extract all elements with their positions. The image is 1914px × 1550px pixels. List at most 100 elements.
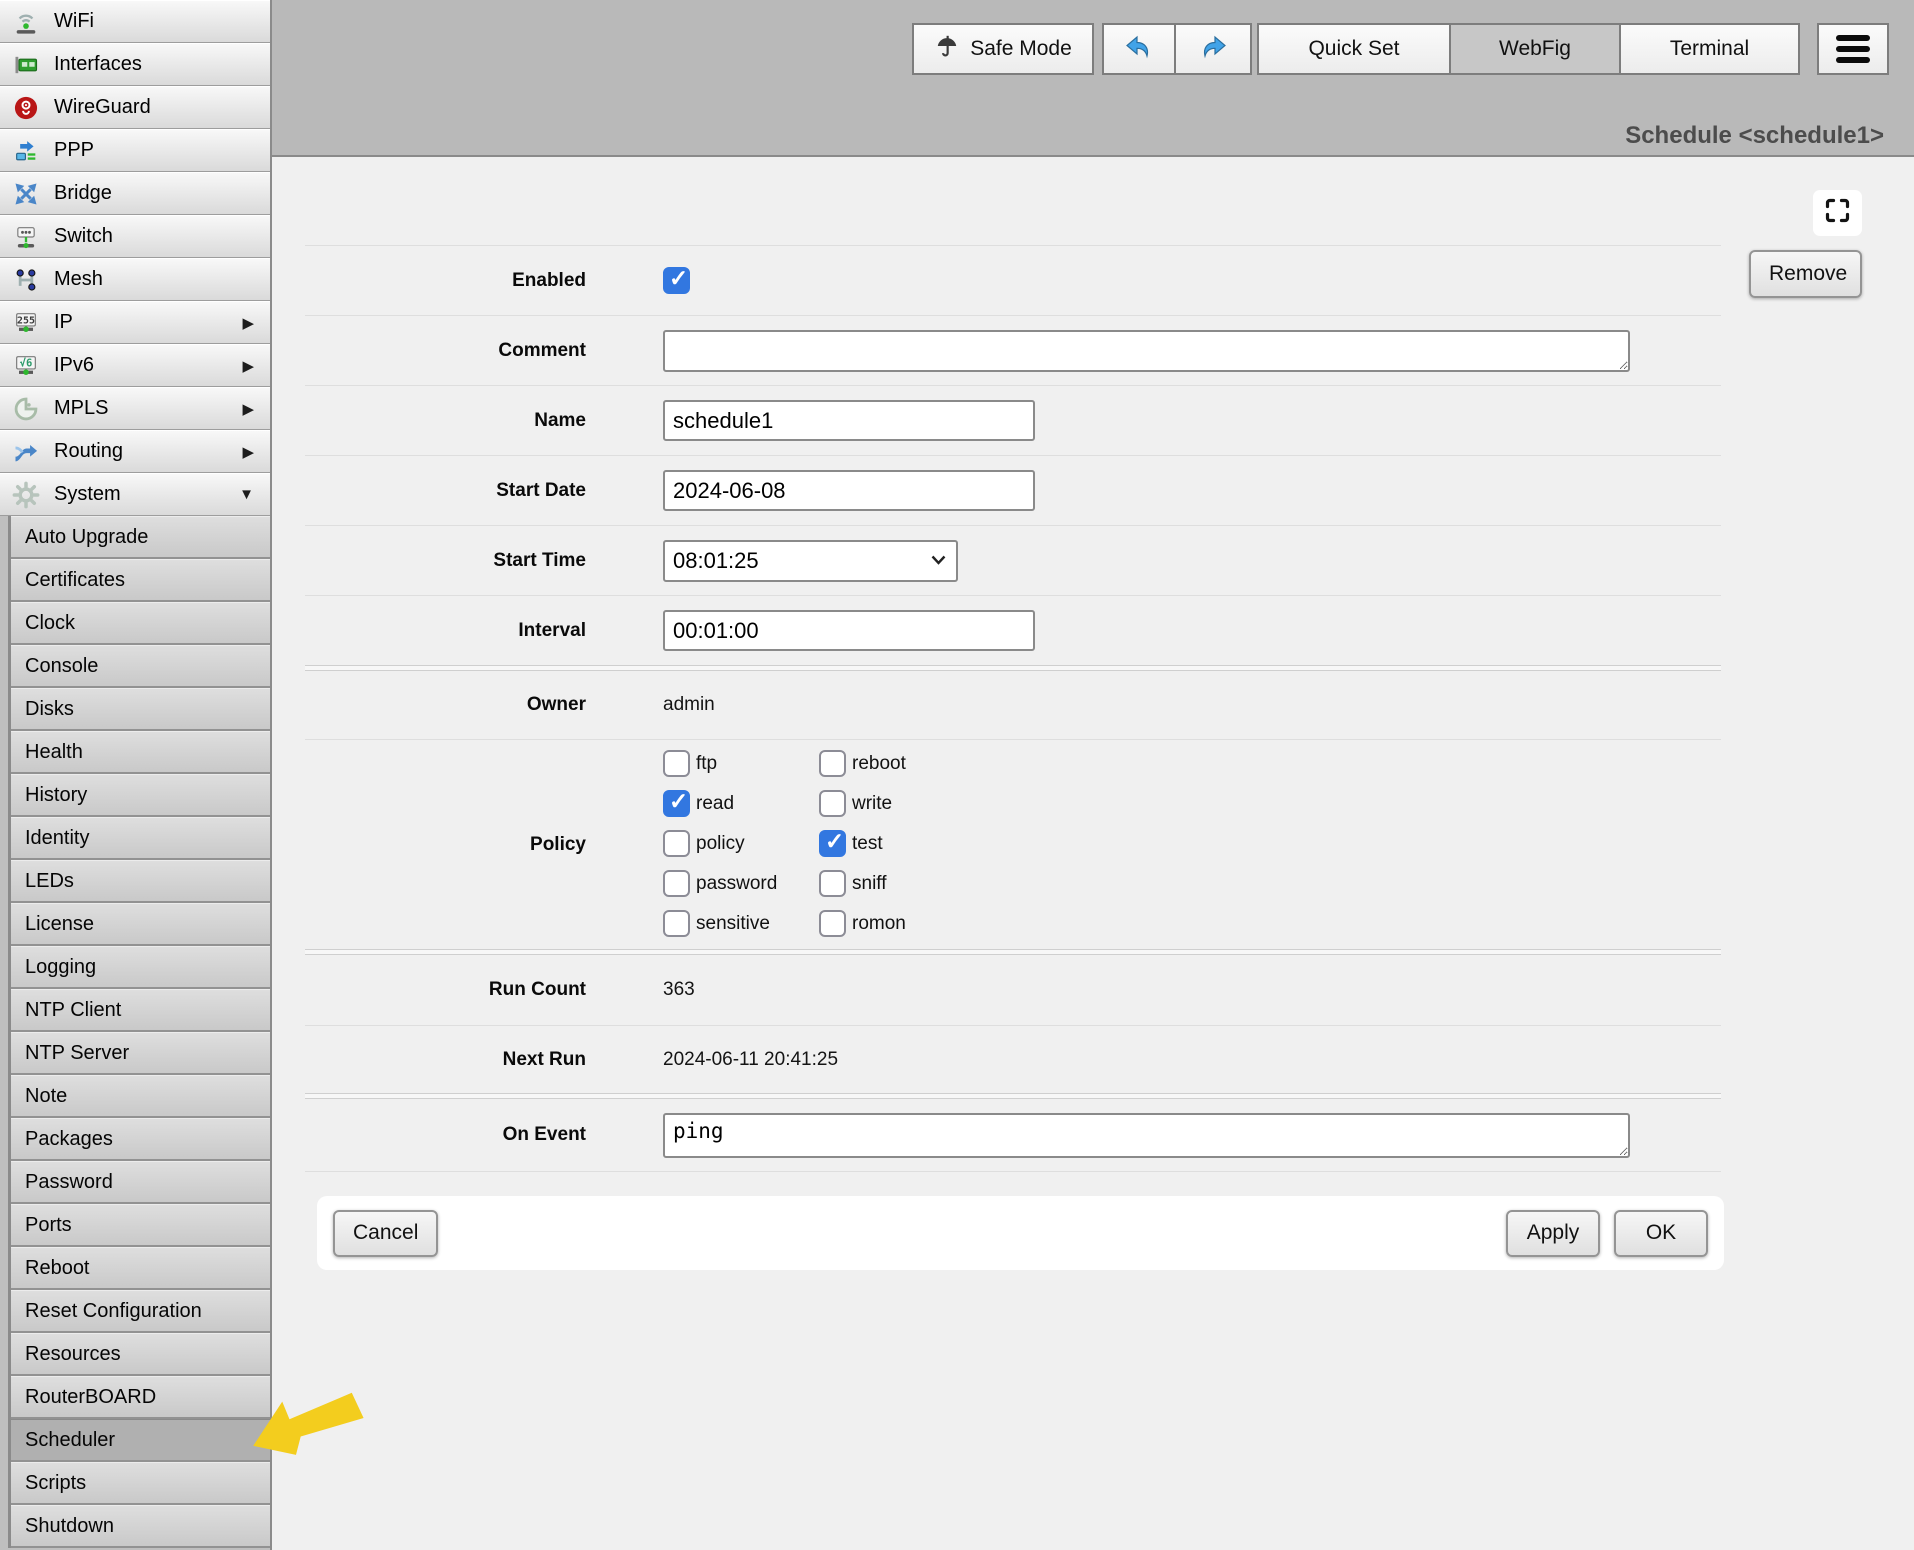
sidebar-item-reset-configuration[interactable]: Reset Configuration xyxy=(11,1290,270,1333)
sidebar-item-note[interactable]: Note xyxy=(11,1075,270,1118)
tab-quick-set[interactable]: Quick Set xyxy=(1257,23,1451,75)
policy-checkbox-label: policy xyxy=(696,833,745,855)
on-event-input[interactable]: ping xyxy=(663,1113,1630,1158)
switch-icon xyxy=(8,223,44,251)
schedule-form: Enabled Comment Name Start Date Start Ti… xyxy=(305,157,1721,1270)
policy-checkbox-ftp[interactable] xyxy=(663,750,690,777)
fullscreen-button[interactable] xyxy=(1813,190,1862,236)
tab-terminal[interactable]: Terminal xyxy=(1619,23,1800,75)
sidebar-item-health[interactable]: Health xyxy=(11,731,270,774)
ipv6-icon: √6 xyxy=(8,352,44,380)
sidebar-item-ntp-client[interactable]: NTP Client xyxy=(11,989,270,1032)
policy-checkbox-password[interactable] xyxy=(663,870,690,897)
policy-checkbox-label: write xyxy=(852,793,892,815)
interval-input[interactable] xyxy=(663,610,1035,651)
undo-button[interactable] xyxy=(1102,23,1176,75)
sidebar: WiFi Interfaces WireGuard PPP Bridge Swi… xyxy=(0,0,272,1550)
policy-checkbox-label: test xyxy=(852,833,883,855)
sidebar-item-reboot[interactable]: Reboot xyxy=(11,1247,270,1290)
policy-checkbox-policy[interactable] xyxy=(663,830,690,857)
sidebar-item-ip[interactable]: 255 IP ▶ xyxy=(0,301,270,344)
expand-right-icon: ▶ xyxy=(242,400,254,418)
on-event-row: On Event ping xyxy=(305,1099,1721,1171)
owner-label: Owner xyxy=(305,694,586,716)
sidebar-item-mpls[interactable]: MPLS ▶ xyxy=(0,387,270,430)
sidebar-item-license[interactable]: License xyxy=(11,903,270,946)
tab-webfig[interactable]: WebFig xyxy=(1449,23,1621,75)
sidebar-item-packages[interactable]: Packages xyxy=(11,1118,270,1161)
policy-item-read: read xyxy=(663,790,819,817)
sidebar-item-ntp-server[interactable]: NTP Server xyxy=(11,1032,270,1075)
sidebar-item-mesh[interactable]: Mesh xyxy=(0,258,270,301)
comment-row: Comment xyxy=(305,315,1721,385)
policy-checkbox-romon[interactable] xyxy=(819,910,846,937)
sidebar-item-shutdown[interactable]: Shutdown xyxy=(11,1505,270,1548)
policy-checkbox-read[interactable] xyxy=(663,790,690,817)
start-date-input[interactable] xyxy=(663,470,1035,511)
apply-button[interactable]: Apply xyxy=(1506,1210,1600,1257)
start-date-row: Start Date xyxy=(305,455,1721,525)
name-row: Name xyxy=(305,385,1721,455)
sidebar-item-password[interactable]: Password xyxy=(11,1161,270,1204)
sidebar-item-scripts[interactable]: Scripts xyxy=(11,1462,270,1505)
start-time-select[interactable]: 08:01:25 xyxy=(663,540,958,582)
policy-checkbox-test[interactable] xyxy=(819,830,846,857)
sidebar-item-wireguard[interactable]: WireGuard xyxy=(0,86,270,129)
sidebar-item-switch[interactable]: Switch xyxy=(0,215,270,258)
policy-item-sensitive: sensitive xyxy=(663,910,819,937)
sidebar-item-ipv6[interactable]: √6 IPv6 ▶ xyxy=(0,344,270,387)
ip-icon: 255 xyxy=(8,309,44,337)
redo-button[interactable] xyxy=(1174,23,1252,75)
sidebar-item-routing[interactable]: Routing ▶ xyxy=(0,430,270,473)
mesh-icon xyxy=(8,266,44,294)
enabled-checkbox[interactable] xyxy=(663,267,690,294)
sidebar-item-auto-upgrade[interactable]: Auto Upgrade xyxy=(11,516,270,559)
sidebar-item-routerboard[interactable]: RouterBOARD xyxy=(11,1376,270,1419)
start-time-label: Start Time xyxy=(305,550,586,572)
sidebar-item-interfaces[interactable]: Interfaces xyxy=(0,43,270,86)
run-count-label: Run Count xyxy=(305,979,586,1001)
owner-value: admin xyxy=(663,694,715,716)
policy-checkbox-label: password xyxy=(696,873,777,895)
sidebar-item-clock[interactable]: Clock xyxy=(11,602,270,645)
sidebar-item-history[interactable]: History xyxy=(11,774,270,817)
next-run-row: Next Run 2024-06-11 20:41:25 xyxy=(305,1025,1721,1093)
cancel-button[interactable]: Cancel xyxy=(333,1210,438,1257)
fullscreen-icon xyxy=(1824,197,1851,229)
expand-right-icon: ▶ xyxy=(242,443,254,461)
hamburger-menu-button[interactable] xyxy=(1817,23,1889,75)
sidebar-nav: WiFi Interfaces WireGuard PPP Bridge Swi… xyxy=(0,0,270,516)
sidebar-item-identity[interactable]: Identity xyxy=(11,817,270,860)
wireguard-icon xyxy=(8,94,44,122)
policy-checkbox-write[interactable] xyxy=(819,790,846,817)
sidebar-item-wifi[interactable]: WiFi xyxy=(0,0,270,43)
policy-label: Policy xyxy=(305,834,586,856)
policy-checkbox-reboot[interactable] xyxy=(819,750,846,777)
sidebar-item-console[interactable]: Console xyxy=(11,645,270,688)
sidebar-item-system[interactable]: System ▼ xyxy=(0,473,270,516)
policy-checkbox-label: sniff xyxy=(852,873,887,895)
sidebar-item-ports[interactable]: Ports xyxy=(11,1204,270,1247)
name-label: Name xyxy=(305,410,586,432)
start-time-row: Start Time 08:01:25 xyxy=(305,525,1721,595)
webfig-page: Schedule <schedule1> Safe Mode Quick Set… xyxy=(0,0,1914,1550)
divider xyxy=(305,1171,1721,1172)
policy-checkbox-sniff[interactable] xyxy=(819,870,846,897)
remove-button[interactable]: Remove xyxy=(1749,250,1862,298)
ok-button[interactable]: OK xyxy=(1614,1210,1708,1257)
sidebar-item-disks[interactable]: Disks xyxy=(11,688,270,731)
sidebar-item-scheduler[interactable]: Scheduler xyxy=(11,1419,270,1462)
sidebar-item-certificates[interactable]: Certificates xyxy=(11,559,270,602)
sidebar-item-bridge[interactable]: Bridge xyxy=(0,172,270,215)
comment-input[interactable] xyxy=(663,330,1630,372)
policy-checkbox-sensitive[interactable] xyxy=(663,910,690,937)
sidebar-item-logging[interactable]: Logging xyxy=(11,946,270,989)
sidebar-item-leds[interactable]: LEDs xyxy=(11,860,270,903)
policy-item-policy: policy xyxy=(663,830,819,857)
name-input[interactable] xyxy=(663,400,1035,441)
sidebar-item-resources[interactable]: Resources xyxy=(11,1333,270,1376)
owner-row: Owner admin xyxy=(305,671,1721,739)
safe-mode-button[interactable]: Safe Mode xyxy=(912,23,1094,75)
sidebar-item-ppp[interactable]: PPP xyxy=(0,129,270,172)
page-title: Schedule <schedule1> xyxy=(1625,122,1884,150)
